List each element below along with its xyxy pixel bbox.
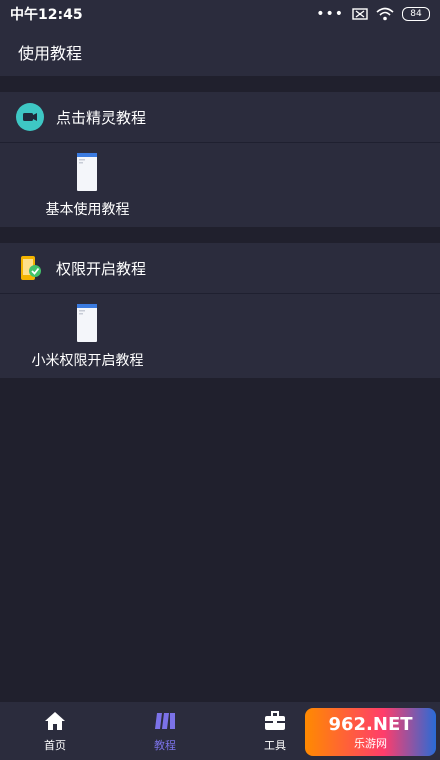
phone-check-icon <box>16 254 44 282</box>
section-header: 权限开启教程 <box>0 243 440 294</box>
book-icon <box>154 709 176 733</box>
section-header: 点击精灵教程 <box>0 92 440 143</box>
header: 使用教程 <box>0 28 440 76</box>
status-icons: ••• 84 <box>316 6 430 22</box>
tab-label: 工具 <box>264 739 286 752</box>
watermark-bottom-text: 乐游网 <box>354 736 387 750</box>
tab-label: 教程 <box>154 739 176 752</box>
watermark-logo: 962.NET 乐游网 <box>305 708 436 756</box>
phone-screenshot-thumbnail <box>77 304 97 342</box>
tab-tutorial[interactable]: 教程 <box>110 702 220 760</box>
section-title: 权限开启教程 <box>56 259 147 278</box>
toolbox-icon <box>264 709 286 733</box>
card-label: 小米权限开启教程 <box>31 353 144 369</box>
section-title: 点击精灵教程 <box>56 108 147 127</box>
sim-off-icon <box>352 8 368 20</box>
home-icon <box>44 709 66 733</box>
status-time: 中午12:45 <box>10 7 83 23</box>
battery-indicator: 84 <box>402 7 430 21</box>
more-dots-icon: ••• <box>316 6 344 22</box>
tab-home[interactable]: 首页 <box>0 702 110 760</box>
video-camera-icon <box>16 103 44 131</box>
wifi-icon <box>376 7 394 21</box>
status-bar: 中午12:45 ••• 84 <box>0 0 440 28</box>
page-title: 使用教程 <box>18 44 83 63</box>
tutorial-card-basic[interactable]: 基本使用教程 <box>0 143 440 227</box>
tab-label: 首页 <box>44 739 66 752</box>
watermark-top-text: 962.NET <box>328 713 413 735</box>
section-permission: 权限开启教程 小米权限开启教程 <box>0 243 440 378</box>
section-click-sprite: 点击精灵教程 基本使用教程 <box>0 92 440 227</box>
phone-screenshot-thumbnail <box>77 153 97 191</box>
card-label: 基本使用教程 <box>45 202 130 218</box>
tutorial-card-xiaomi[interactable]: 小米权限开启教程 <box>0 294 440 378</box>
